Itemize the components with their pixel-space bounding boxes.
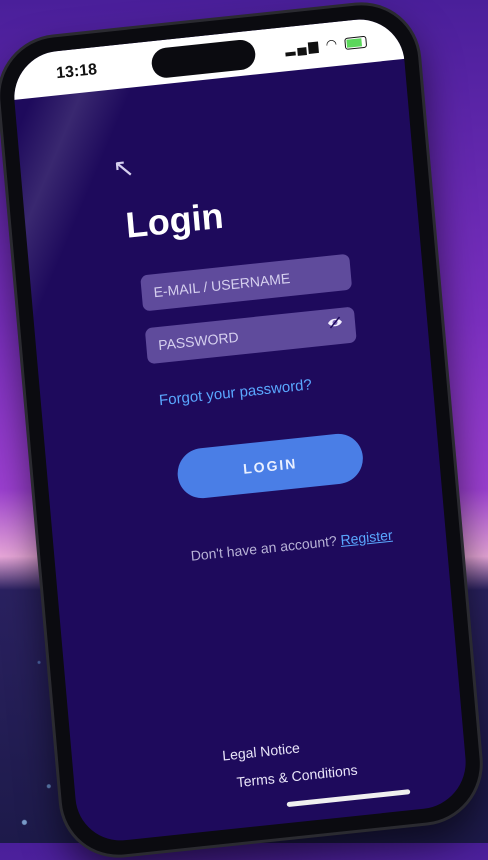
battery-icon [344, 35, 368, 50]
home-indicator[interactable] [286, 789, 411, 808]
terms-link[interactable]: Terms & Conditions [236, 762, 358, 791]
status-time: 13:18 [55, 61, 98, 83]
page-title: Login [123, 194, 225, 246]
register-link[interactable]: Register [340, 527, 393, 548]
eye-icon-svg [328, 316, 342, 329]
signal-icon: ▂▄▆ [284, 37, 321, 57]
email-username-field[interactable]: E-MAIL / USERNAME [140, 253, 353, 312]
status-bar: 13:18 ▂▄▆ ◠ [10, 15, 405, 100]
forgot-password-link[interactable]: Forgot your password? [158, 376, 312, 409]
password-placeholder: PASSWORD [157, 328, 240, 354]
dynamic-island [150, 38, 257, 80]
eye-icon[interactable] [326, 308, 345, 346]
screen-glare [10, 51, 134, 476]
no-account-label: Don't have an account? [190, 532, 338, 564]
password-field[interactable]: PASSWORD [144, 306, 357, 365]
phone-screen: 13:18 ▂▄▆ ◠ ↖ Login E-MAIL / USERNAME PA… [10, 15, 470, 845]
back-arrow-icon[interactable]: ↖ [111, 152, 135, 185]
legal-notice-link[interactable]: Legal Notice [222, 739, 301, 763]
email-placeholder: E-MAIL / USERNAME [152, 269, 291, 301]
login-button[interactable]: LOGIN [175, 431, 365, 501]
wifi-icon: ◠ [325, 35, 340, 52]
no-account-text: Don't have an account? Register [190, 527, 393, 564]
status-icons: ▂▄▆ ◠ [284, 33, 368, 57]
phone-frame: 13:18 ▂▄▆ ◠ ↖ Login E-MAIL / USERNAME PA… [0, 0, 485, 860]
